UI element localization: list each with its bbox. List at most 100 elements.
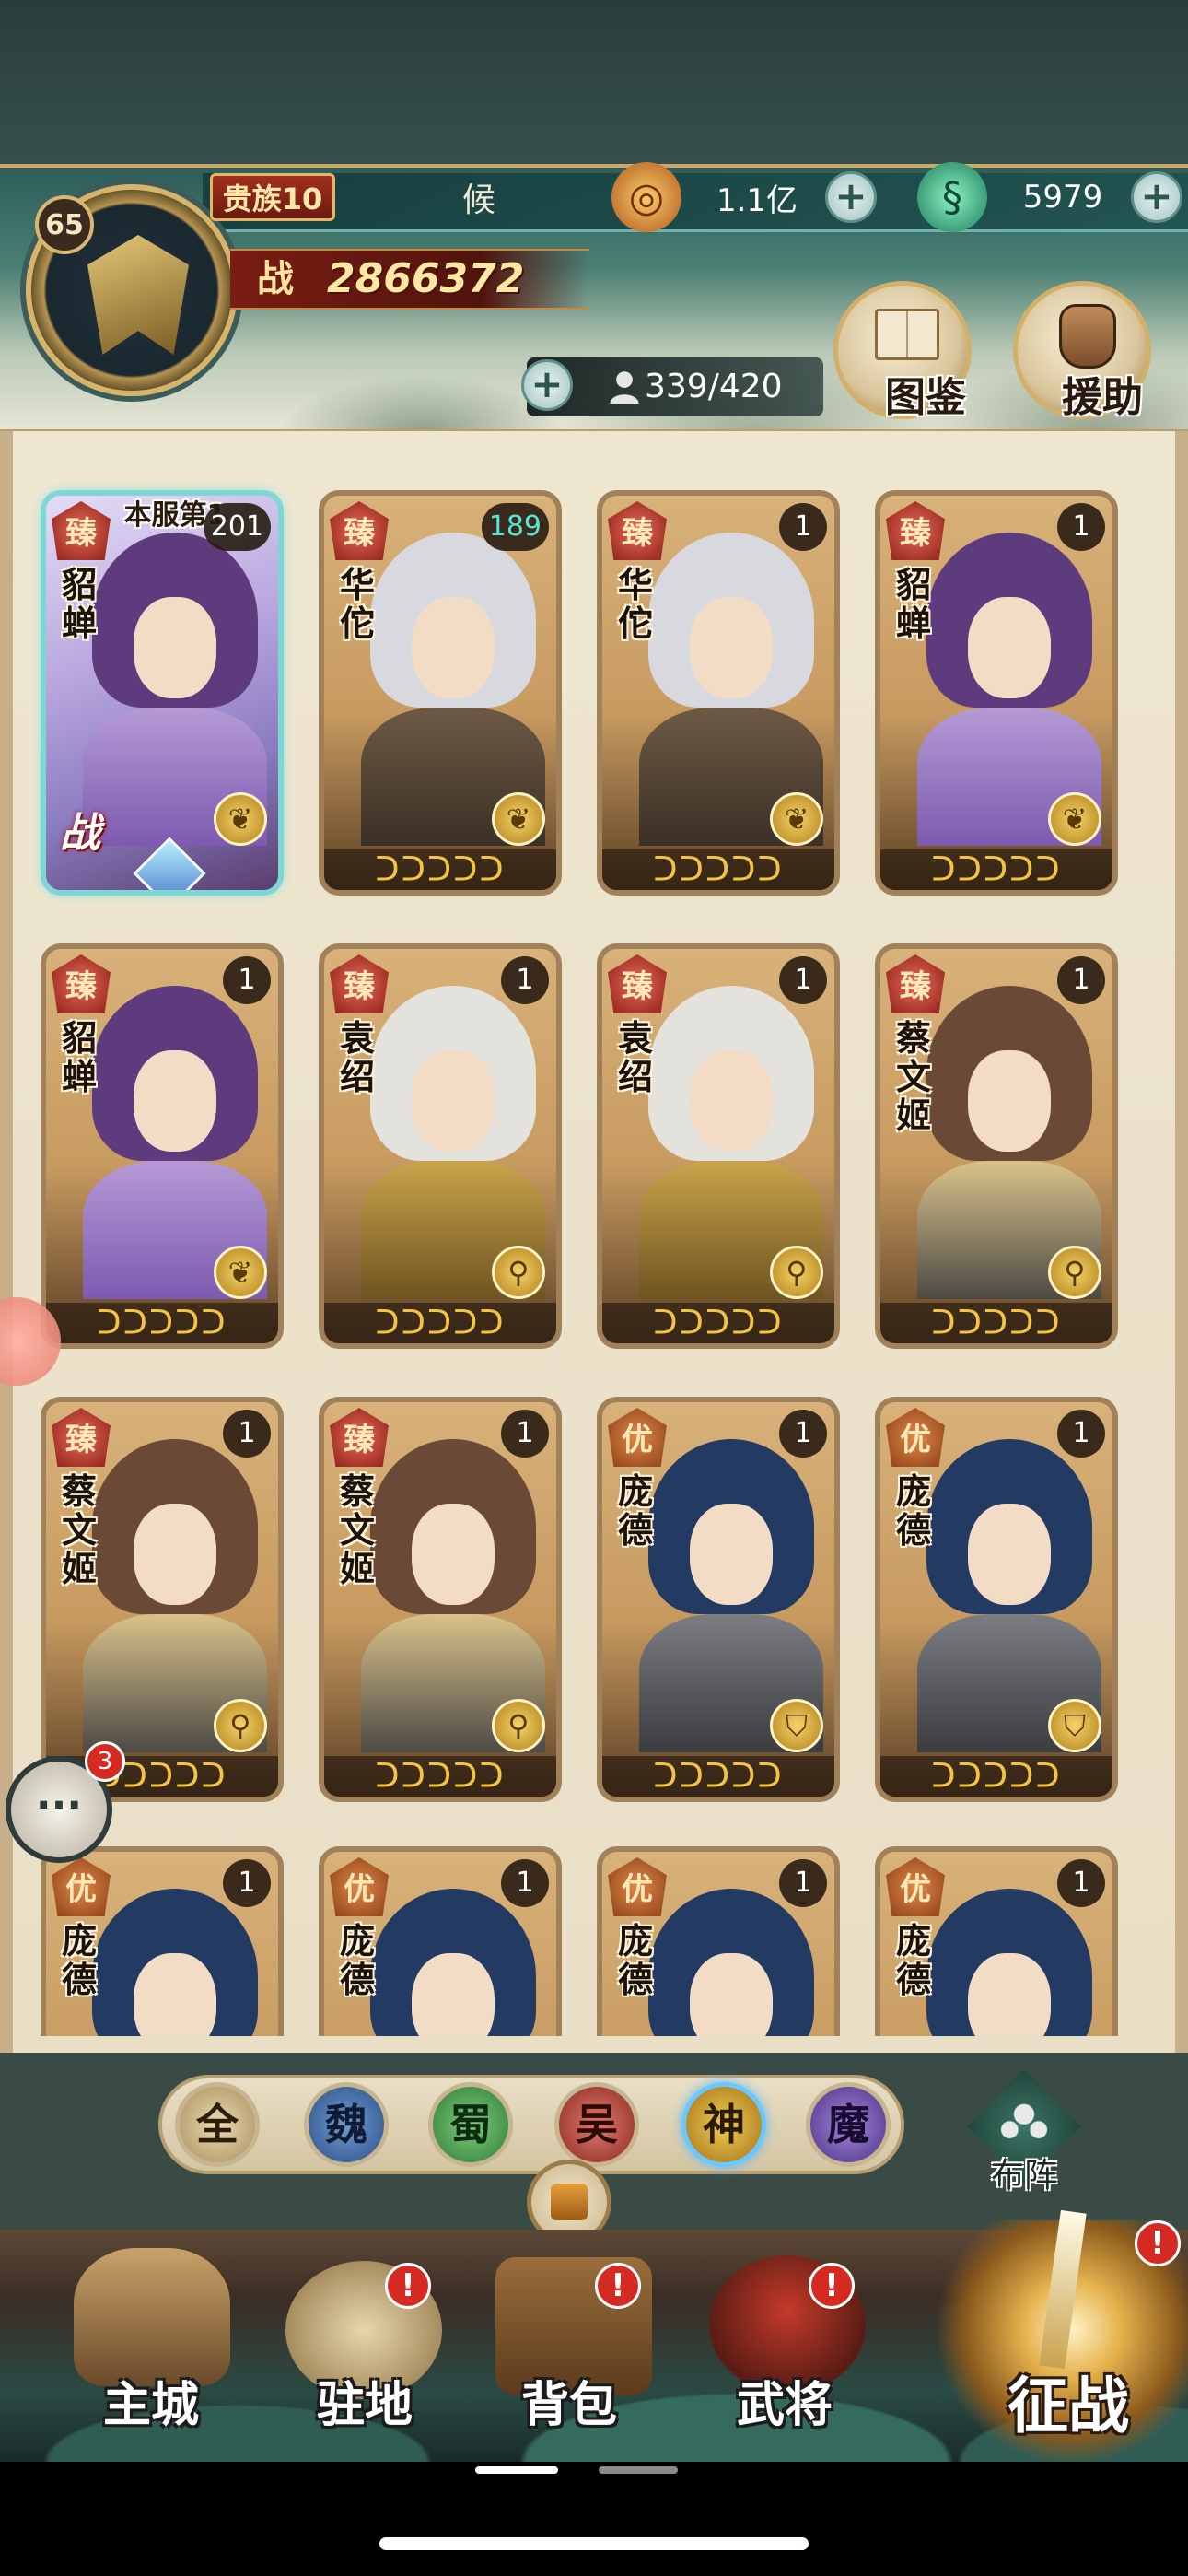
hero-count: 1: [223, 956, 271, 1004]
home-indicator[interactable]: [379, 2537, 809, 2550]
page-indicator-active: [475, 2466, 558, 2474]
hero-name: 蔡 文 姬: [61, 1471, 97, 1589]
page-indicator: [599, 2466, 678, 2474]
hero-card[interactable]: 臻 蔡 文 姬 1 ⚲ ᑐᑐᑐᑐᑐ: [319, 1397, 562, 1802]
hero-name: 庞 德: [895, 1471, 931, 1551]
hero-count: 1: [779, 1859, 827, 1907]
alert-icon: !: [595, 2263, 641, 2309]
shield-icon: ⛉: [1048, 1699, 1101, 1752]
star-rating: ᑐᑐᑐᑐᑐ: [602, 1303, 834, 1343]
hero-count: 1: [1057, 503, 1105, 551]
hero-count: 1: [501, 956, 549, 1004]
alert-icon: !: [809, 2263, 855, 2309]
star-rating: ᑐᑐᑐᑐᑐ: [46, 1303, 278, 1343]
combat-power-value: 2866372: [327, 255, 525, 302]
quality-badge: 优: [330, 1857, 389, 1916]
quality-badge: 优: [886, 1408, 945, 1467]
add-jade-button[interactable]: +: [1131, 171, 1182, 223]
hero-name: 华 佗: [617, 565, 653, 644]
hero-card[interactable]: 优 庞 德 1 ⛉ ᑐᑐᑐᑐᑐ: [875, 1397, 1118, 1802]
player-title: 候: [461, 181, 495, 219]
hero-count: 1: [223, 1859, 271, 1907]
hero-name: 庞 德: [61, 1921, 97, 2000]
hero-count: 189: [481, 503, 549, 551]
hero-portrait: [83, 1889, 267, 2036]
faction-filter-shu[interactable]: 蜀: [428, 2082, 513, 2167]
hero-card[interactable]: 优 庞 德 1: [875, 1846, 1118, 2036]
star-rating: ᑐᑐᑐᑐᑐ: [324, 849, 556, 890]
hero-count: 1: [223, 1410, 271, 1458]
hero-card[interactable]: 臻 华 佗 1 ❦ ᑐᑐᑐᑐᑐ: [597, 490, 840, 896]
quality-badge: 优: [608, 1857, 667, 1916]
hero-name: 貂 蝉: [61, 565, 97, 644]
hero-name: 华 佗: [339, 565, 375, 644]
staff-icon: ⚲: [214, 1699, 267, 1752]
hero-card[interactable]: 臻 蔡 文 姬 1 ⚲ ᑐᑐᑐᑐᑐ: [875, 943, 1118, 1349]
star-rating: ᑐᑐᑐᑐᑐ: [602, 1756, 834, 1797]
faction-filter-mo[interactable]: 魔: [806, 2082, 891, 2167]
main-city-icon[interactable]: [74, 2248, 230, 2386]
faction-filter-shen[interactable]: 神: [681, 2082, 766, 2167]
add-troop-capacity-button[interactable]: +: [521, 359, 573, 411]
star-rating: ᑐᑐᑐᑐᑐ: [880, 1756, 1112, 1797]
add-gold-button[interactable]: +: [825, 171, 877, 223]
hero-name: 貂 蝉: [61, 1018, 97, 1097]
nav-garrison[interactable]: 驻地: [273, 2373, 457, 2438]
star-rating: ᑐᑐᑐᑐᑐ: [880, 1303, 1112, 1343]
book-icon: [875, 309, 939, 360]
jade-amount: 5979: [1022, 179, 1103, 216]
quality-badge: 臻: [52, 1408, 111, 1467]
hero-card[interactable]: 臻 袁 绍 1 ⚲ ᑐᑐᑐᑐᑐ: [319, 943, 562, 1349]
quality-badge: 臻: [886, 954, 945, 1013]
hero-card[interactable]: 臻 蔡 文 姬 1 ⚲ ᑐᑐᑐᑐᑐ: [41, 1397, 284, 1802]
faction-filter-bar: [158, 2075, 904, 2174]
campaign-label[interactable]: 征战: [967, 2368, 1170, 2445]
noble-rank-badge[interactable]: 贵族10: [210, 173, 335, 221]
player-level-badge: 65: [35, 195, 94, 254]
hero-card[interactable]: 本服第1 臻 貂 蝉 201 ❦ 战: [41, 490, 284, 896]
hero-card[interactable]: 优 庞 德 1: [41, 1846, 284, 2036]
faction-filter-all[interactable]: 全: [175, 2082, 260, 2167]
leaf-icon: ❦: [492, 792, 545, 846]
jade-icon: §: [917, 162, 987, 232]
gold-amount: 1.1亿: [716, 181, 798, 219]
hero-card[interactable]: 优 庞 德 1 ⛉ ᑐᑐᑐᑐᑐ: [597, 1397, 840, 1802]
quality-badge: 臻: [886, 501, 945, 560]
hero-card[interactable]: 优 庞 德 1: [597, 1846, 840, 2036]
quality-badge: 优: [608, 1408, 667, 1467]
hero-portrait: [639, 1889, 823, 2036]
star-rating: ᑐᑐᑐᑐᑐ: [324, 1756, 556, 1797]
star-rating: ᑐᑐᑐᑐᑐ: [602, 849, 834, 890]
hero-card[interactable]: 臻 貂 蝉 1 ❦ ᑐᑐᑐᑐᑐ: [875, 490, 1118, 896]
hero-name: 蔡 文 姬: [339, 1471, 375, 1589]
staff-icon: ⚲: [1048, 1246, 1101, 1299]
quality-badge: 臻: [608, 954, 667, 1013]
hero-name: 袁 绍: [339, 1018, 375, 1097]
staff-icon: ⚲: [492, 1246, 545, 1299]
hero-card[interactable]: 优 庞 德 1: [319, 1846, 562, 2036]
quality-badge: 臻: [330, 1408, 389, 1467]
atlas-label: 图鉴: [885, 374, 966, 421]
alert-icon: !: [385, 2263, 431, 2309]
nav-generals[interactable]: 武将: [693, 2373, 877, 2438]
fist-icon: [1059, 304, 1116, 369]
sort-icon: [551, 2184, 588, 2220]
quality-badge: 臻: [330, 954, 389, 1013]
hero-card[interactable]: 臻 华 佗 189 ❦ ᑐᑐᑐᑐᑐ: [319, 490, 562, 896]
hero-card[interactable]: 臻 貂 蝉 1 ❦ ᑐᑐᑐᑐᑐ: [41, 943, 284, 1349]
hero-card[interactable]: 臻 袁 绍 1 ⚲ ᑐᑐᑐᑐᑐ: [597, 943, 840, 1349]
nav-bag[interactable]: 背包: [477, 2373, 661, 2438]
hero-count: 1: [501, 1410, 549, 1458]
nav-main-city[interactable]: 主城: [59, 2373, 243, 2438]
faction-filter-wei[interactable]: 魏: [304, 2082, 389, 2167]
faction-filter-wu[interactable]: 吴: [554, 2082, 639, 2167]
hero-name: 庞 德: [339, 1921, 375, 2000]
in-battle-mark: 战: [60, 810, 100, 857]
quality-badge: 臻: [608, 501, 667, 560]
hero-name: 蔡 文 姬: [895, 1018, 931, 1136]
assist-label: 援助: [1062, 374, 1143, 421]
star-rating: ᑐᑐᑐᑐᑐ: [324, 1303, 556, 1343]
gold-coin-icon: ◎: [611, 162, 681, 232]
quality-badge: 臻: [52, 954, 111, 1013]
group-icon: [998, 2099, 1050, 2150]
